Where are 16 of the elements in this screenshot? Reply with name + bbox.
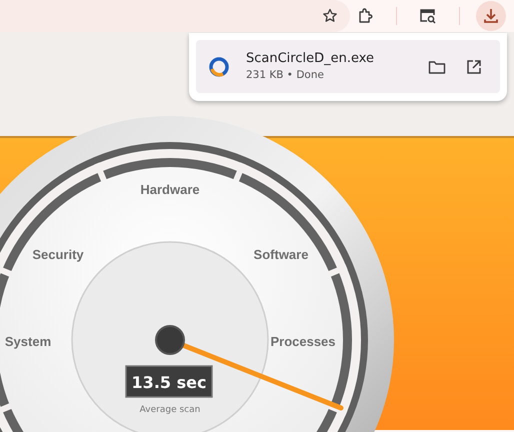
readout-value: 13.5 sec [132, 373, 206, 392]
gauge-label: Software [254, 247, 308, 262]
puzzle-icon [357, 8, 373, 24]
gauge-label: Processes [270, 334, 336, 349]
gauge-label: System [4, 334, 52, 349]
readout-caption: Average scan [140, 405, 200, 415]
file-name: ScanCircleD_en.exe [246, 52, 374, 66]
bookmark-star-icon[interactable] [322, 8, 338, 24]
file-logo-icon [208, 56, 230, 78]
download-icon [482, 7, 500, 25]
gauge-label: Security [32, 247, 84, 262]
file-status: 231 KB • Done [246, 70, 325, 82]
tab-search-icon [419, 8, 437, 24]
download-item[interactable]: ScanCircleD_en.exe 231 KB • Done [196, 40, 500, 93]
download-button[interactable] [476, 1, 506, 31]
gauge-label: Hardware [140, 182, 200, 197]
